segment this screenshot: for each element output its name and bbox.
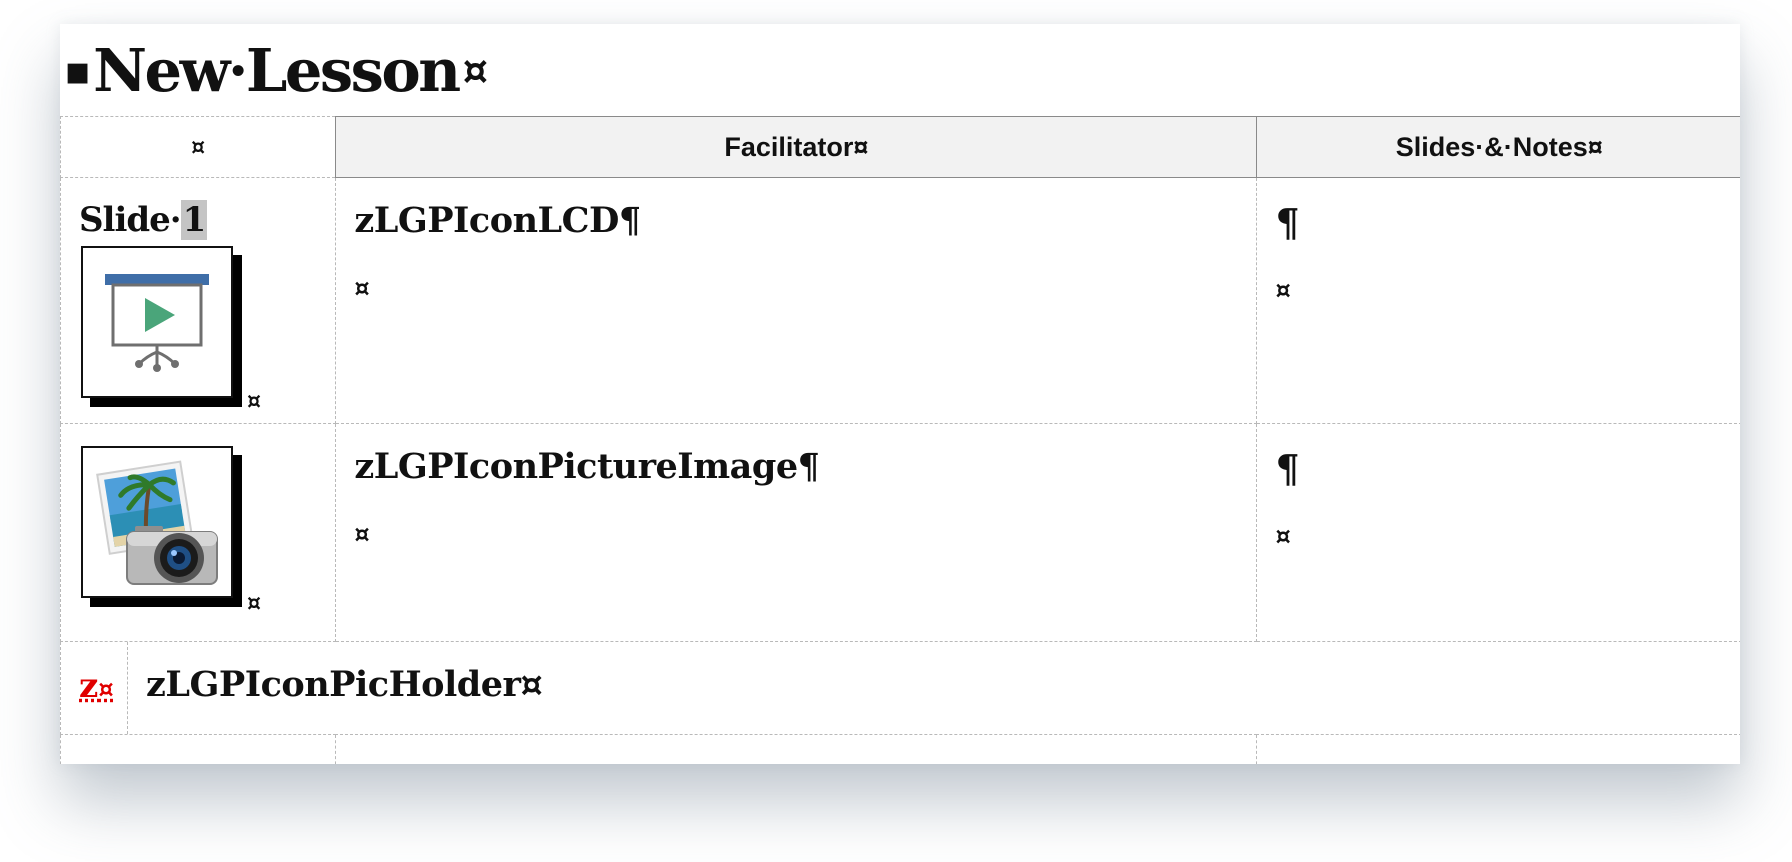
header-slides-notes[interactable]: Slides·&·Notes¤ [1256,116,1740,178]
title-end-mark: ¤ [462,46,489,94]
slide-number-field[interactable]: 1 [180,200,208,240]
presentation-icon[interactable] [81,246,233,398]
table-row: ¤ zLGPIconPictureImage¶ ¤ ¶ ¤ [60,423,1740,642]
cell-end-mark: ¤ [247,388,261,414]
slide-label[interactable]: Slide·1 [79,200,208,240]
table-header-row: ¤ Facilitator¤ Slides·&·Notes¤ [60,116,1740,178]
title-paragraph-mark: ▪ [64,46,92,94]
header-blank-cell[interactable]: ¤ [60,116,337,178]
image-cell[interactable]: ¤ [60,423,337,642]
cell-end-mark: ¤ [98,674,114,703]
table-row: Slide·1 ¤ zLGPIconLCD¶ ¤ ¶ ¤ [60,177,1740,424]
photo-camera-icon[interactable] [81,446,233,598]
partial-cell[interactable] [60,734,337,764]
slide-cell[interactable]: Slide·1 ¤ [60,177,337,424]
title-text[interactable]: New·Lesson [93,36,461,105]
holder-z: z [79,666,99,706]
paragraph-mark: ¶ [1275,446,1300,491]
facilitator-cell[interactable]: zLGPIconLCD¶ ¤ [335,177,1258,424]
notes-cell[interactable]: ¶ ¤ [1256,177,1740,424]
table-row [60,734,1740,764]
facilitator-cell[interactable]: zLGPIconPictureImage¶ ¤ [335,423,1258,642]
partial-cell[interactable] [335,734,1258,764]
holder-marker-cell[interactable]: z¤ [61,642,128,734]
lesson-title[interactable]: ▪ New·Lesson ¤ [64,26,488,114]
holder-cell[interactable]: z¤ zLGPIconPicHolder¤ [60,641,1740,735]
notes-cell[interactable]: ¶ ¤ [1256,423,1740,642]
cell-end-mark: ¤ [1275,275,1291,304]
holder-style-code[interactable]: zLGPIconPicHolder¤ [128,642,543,734]
holder-style-marker[interactable]: z¤ [61,642,127,706]
document-page: ▪ New·Lesson ¤ ¤ Facilitator¤ Slides·&·N… [60,24,1740,764]
header-facilitator[interactable]: Facilitator¤ [335,116,1258,178]
cell-end-mark: ¤ [247,590,261,616]
facilitator-style-code[interactable]: zLGPIconPictureImage¶ [336,424,1256,487]
facilitator-style-code[interactable]: zLGPIconLCD¶ [336,178,1256,241]
cell-end-mark: ¤ [354,273,370,302]
table-row: z¤ zLGPIconPicHolder¤ [60,641,1740,735]
cell-end-mark: ¤ [1275,521,1291,550]
lesson-table: ¤ Facilitator¤ Slides·&·Notes¤ Slide·1 ¤… [60,116,1740,764]
cell-end-mark: ¤ [354,519,370,548]
partial-cell[interactable] [1256,734,1740,764]
paragraph-mark: ¶ [1275,200,1300,245]
slide-label-prefix: Slide· [79,200,182,240]
